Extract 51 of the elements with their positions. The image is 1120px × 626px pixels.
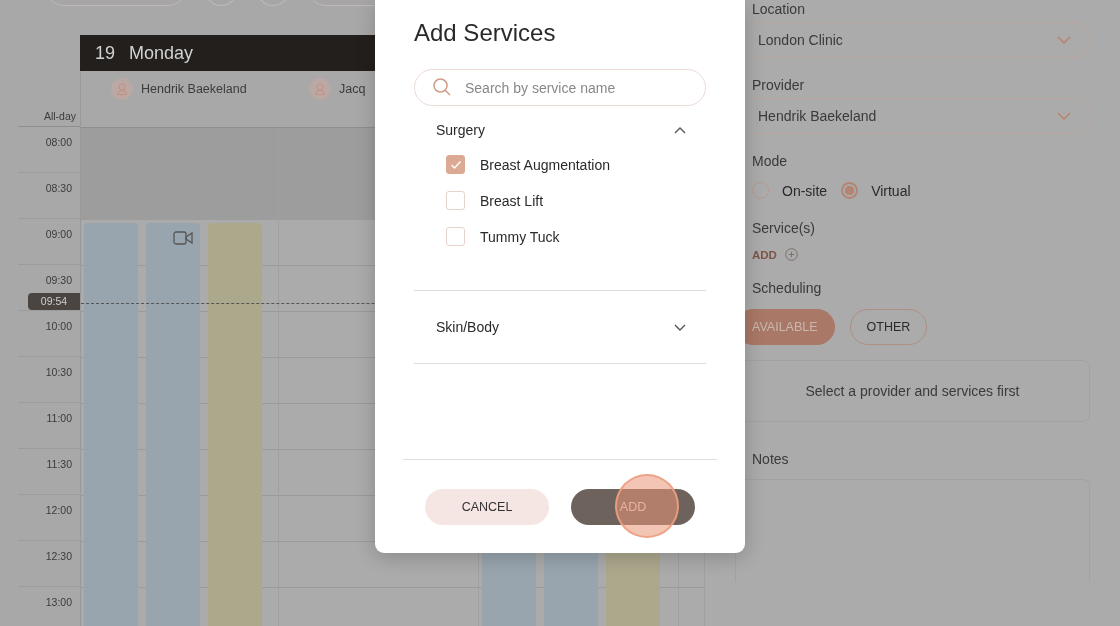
avatar-icon: [111, 78, 133, 100]
radio-label[interactable]: On-site: [782, 182, 828, 199]
checkbox[interactable]: [446, 191, 465, 210]
dialog-title: Add Services: [414, 19, 557, 47]
provider-name: Jacq: [339, 81, 366, 98]
radio-button[interactable]: [841, 182, 859, 199]
field-label: Service(s): [752, 221, 815, 235]
service-label[interactable]: Tummy Tuck: [480, 228, 560, 245]
field-label: Notes: [752, 452, 789, 466]
cancel-button[interactable]: CANCEL: [425, 489, 549, 525]
day-number: 19: [95, 42, 116, 64]
time-label: 10:00: [45, 320, 72, 332]
time-label: 11:00: [46, 412, 72, 424]
checkmark-icon: [449, 159, 462, 170]
service-label[interactable]: Breast Lift: [480, 192, 544, 209]
field-label: Location: [752, 2, 805, 16]
checkbox[interactable]: [446, 227, 465, 246]
category-header[interactable]: Surgery: [414, 122, 706, 138]
search-icon: [432, 77, 452, 97]
time-label: 11:30: [46, 458, 72, 470]
time-label: 09:30: [45, 274, 72, 286]
field-label: Provider: [752, 78, 805, 92]
time-label: 10:30: [45, 366, 72, 378]
provider-name: Hendrik Baekeland: [141, 81, 247, 98]
category-header[interactable]: Skin/Body: [414, 319, 706, 335]
search-field[interactable]: Search by service name: [414, 69, 706, 106]
empty-message: Select a provider and services first: [805, 383, 1020, 399]
time-label: 09:00: [45, 228, 72, 240]
avatar-icon: [309, 78, 331, 100]
time-label: 13:00: [45, 596, 72, 608]
all-day-label: All-day: [43, 110, 76, 122]
service-label[interactable]: Breast Augmentation: [480, 156, 610, 173]
day-name: Monday: [129, 42, 194, 64]
appointment-block[interactable]: [208, 223, 262, 626]
radio-label[interactable]: Virtual: [871, 182, 911, 199]
field-label: Scheduling: [752, 281, 822, 295]
time-label: 12:30: [45, 550, 72, 562]
chevron-down-icon: [1057, 112, 1071, 120]
time-label: 08:30: [45, 182, 72, 194]
chevron-down-icon: [674, 323, 686, 331]
chevron-down-icon: [1057, 36, 1071, 44]
current-time-badge: 09:54: [28, 293, 80, 310]
checkbox[interactable]: [446, 155, 465, 174]
plus-circle-icon[interactable]: [784, 248, 798, 261]
field-label: Mode: [752, 154, 788, 168]
appointment-block[interactable]: [84, 223, 138, 626]
time-label: 08:00: [45, 136, 72, 148]
appointment-block[interactable]: [146, 223, 200, 626]
video-camera-icon: [173, 231, 193, 245]
time-label: 12:00: [45, 504, 72, 516]
chevron-up-icon: [674, 126, 686, 134]
